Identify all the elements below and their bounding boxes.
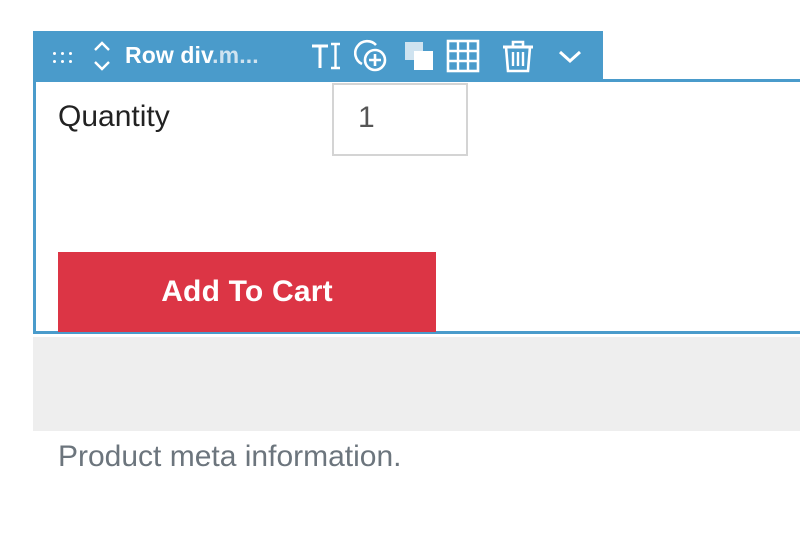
block-toolbar: Row div.m... xyxy=(33,31,603,79)
grid-icon[interactable] xyxy=(445,39,481,73)
text-cursor-icon[interactable] xyxy=(309,39,343,73)
block-title[interactable]: Row div.m... xyxy=(125,42,259,69)
quantity-input[interactable]: 1 xyxy=(332,83,468,156)
quantity-label: Quantity xyxy=(58,100,170,133)
section-separator xyxy=(33,337,800,431)
product-meta-text: Product meta information. xyxy=(58,440,402,473)
block-title-class: .m... xyxy=(212,42,259,68)
move-up-down-icon[interactable] xyxy=(93,39,111,73)
chevron-down-icon[interactable] xyxy=(555,39,585,73)
add-circle-icon[interactable] xyxy=(353,39,389,73)
add-to-cart-button[interactable]: Add To Cart xyxy=(58,252,436,332)
block-title-main: Row div xyxy=(125,42,213,68)
drag-handle-icon[interactable] xyxy=(53,52,77,64)
trash-icon[interactable] xyxy=(499,39,537,73)
duplicate-icon[interactable] xyxy=(401,39,437,73)
